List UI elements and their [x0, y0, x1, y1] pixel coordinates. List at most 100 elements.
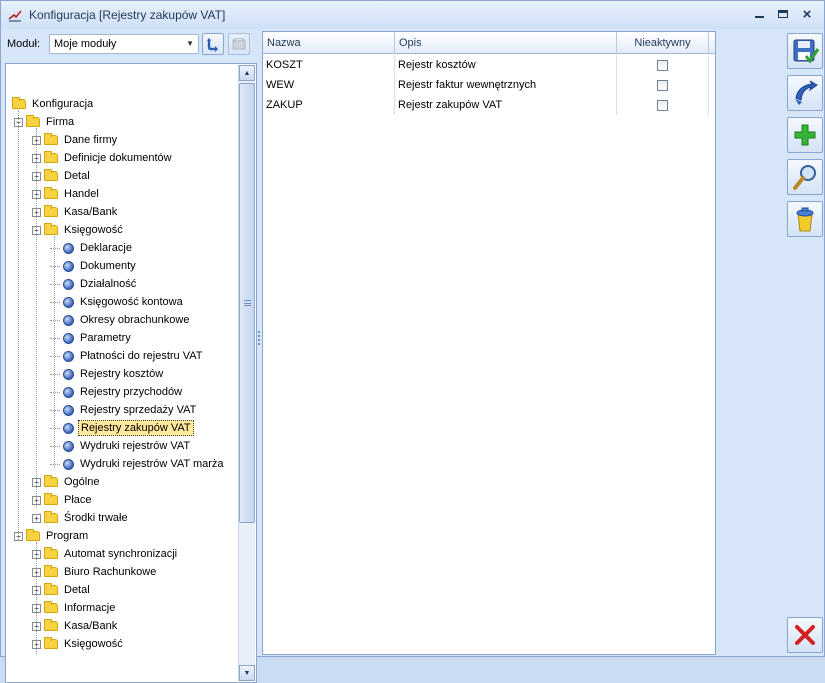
scroll-down-button[interactable]: ▼	[239, 665, 255, 681]
folder-icon	[44, 583, 58, 595]
tree-item[interactable]: − Program	[14, 527, 90, 545]
tree-item[interactable]: Płatności do rejestru VAT	[50, 347, 204, 365]
chevron-down-icon: ▼	[186, 39, 194, 48]
refresh-module-button[interactable]	[202, 33, 224, 55]
tree-item[interactable]: − Firma	[14, 113, 76, 131]
table-row[interactable]: KOSZT Rejestr kosztów	[263, 55, 715, 75]
maximize-button[interactable]	[772, 5, 794, 23]
tree-item[interactable]: Dokumenty	[50, 257, 138, 275]
nieaktywny-checkbox[interactable]	[657, 59, 668, 71]
close-icon: ×	[802, 5, 812, 23]
close-button[interactable]: ×	[796, 5, 818, 23]
tree-item[interactable]: + Kasa/Bank	[32, 203, 119, 221]
tree-item-label: Księgowość kontowa	[80, 296, 183, 308]
tree-item[interactable]: Konfiguracja	[12, 95, 95, 113]
setting-node-icon	[63, 386, 74, 398]
setting-node-icon	[63, 422, 74, 434]
tree-item[interactable]: Księgowość kontowa	[50, 293, 185, 311]
tree-item[interactable]: +Ogólne	[32, 473, 101, 491]
minimize-icon	[754, 16, 764, 18]
tree-item[interactable]: + Dane firmy	[32, 131, 119, 149]
tree-connector	[50, 319, 60, 321]
tree-item-label: Detal	[64, 170, 90, 182]
setting-node-icon	[63, 278, 74, 290]
tree-item-label: Firma	[46, 116, 75, 128]
tree-item-label: Konfiguracja	[32, 98, 94, 110]
search-icon	[793, 165, 816, 190]
close-window-button[interactable]	[787, 617, 823, 653]
tree-item-label: Rejestry zakupów VAT	[78, 420, 194, 436]
tree-item[interactable]: Wydruki rejestrów VAT marża	[50, 455, 226, 473]
tree-item[interactable]: + Biuro Rachunkowe	[32, 563, 158, 581]
expand-icon[interactable]: +	[32, 513, 41, 523]
scroll-thumb[interactable]	[239, 83, 255, 523]
module-selected-value: Moje moduły	[54, 38, 117, 50]
folder-icon	[44, 187, 58, 199]
tree-item[interactable]: − Księgowość	[32, 221, 125, 239]
column-header-nieaktywny[interactable]: Nieaktywny	[617, 32, 709, 54]
tree-connector	[50, 463, 60, 465]
column-header-opis[interactable]: Opis	[395, 32, 617, 54]
tree-item-label: Działalność	[80, 278, 137, 290]
tree-item[interactable]: Rejestry zakupów VAT	[50, 419, 194, 437]
search-button[interactable]	[787, 159, 823, 195]
tree-item-label: Program	[46, 530, 89, 542]
tree-item-label: Płace	[64, 494, 92, 506]
tree-item[interactable]: + Księgowość	[32, 635, 125, 653]
minimize-button[interactable]	[748, 5, 770, 23]
setting-node-icon	[63, 404, 74, 416]
tree-item[interactable]: Parametry	[50, 329, 133, 347]
tree-item[interactable]: Rejestry kosztów	[50, 365, 165, 383]
tree-item[interactable]: + Detal	[32, 167, 92, 185]
add-button[interactable]	[787, 117, 823, 153]
tree-item[interactable]: + Automat synchronizacji	[32, 545, 179, 563]
cell-nieaktywny	[617, 95, 709, 115]
tree-item-label: Kasa/Bank	[64, 620, 118, 632]
delete-button[interactable]	[787, 201, 823, 237]
nieaktywny-checkbox[interactable]	[657, 79, 668, 91]
tree-item[interactable]: + Kasa/Bank	[32, 617, 119, 635]
setting-node-icon	[63, 440, 74, 452]
tree-item[interactable]: + Płace	[32, 491, 94, 509]
config-window: Konfiguracja [Rejestry zakupów VAT] × Mo…	[0, 0, 825, 683]
table-row[interactable]: ZAKUP Rejestr zakupów VAT	[263, 95, 715, 115]
module-select[interactable]: Moje moduły ▼	[49, 34, 199, 54]
folder-icon	[44, 205, 58, 217]
tree-scrollbar[interactable]: ▲ ▼	[238, 65, 255, 681]
tree-item[interactable]: + Środki trwałe	[32, 509, 130, 527]
tree-item[interactable]: + Informacje	[32, 599, 117, 617]
add-icon	[794, 124, 816, 146]
tree-item-label: Handel	[64, 188, 99, 200]
panel-splitter[interactable]	[258, 31, 261, 655]
tree-guide-line	[18, 110, 19, 540]
tree-item[interactable]: Deklaracje	[50, 239, 134, 257]
grip-icon	[244, 300, 251, 306]
nieaktywny-checkbox[interactable]	[657, 99, 668, 111]
tree-connector	[50, 373, 60, 375]
tree-item[interactable]: Rejestry sprzedaży VAT	[50, 401, 198, 419]
tree-item[interactable]: Okresy obrachunkowe	[50, 311, 191, 329]
table-row[interactable]: WEW Rejestr faktur wewnętrznych	[263, 75, 715, 95]
tree-item[interactable]: + Detal	[32, 581, 92, 599]
folder-icon	[44, 493, 58, 505]
cell-nazwa: KOSZT	[263, 55, 395, 75]
tree-item[interactable]: +Ogólne	[32, 653, 101, 654]
tree-item[interactable]: + Definicje dokumentów	[32, 149, 174, 167]
tree-item[interactable]: Rejestry przychodów	[50, 383, 184, 401]
tree-item[interactable]: Wydruki rejestrów VAT	[50, 437, 192, 455]
tree-item-label: Księgowość	[64, 224, 123, 236]
undo-button[interactable]	[787, 75, 823, 111]
module-label: Moduł:	[7, 38, 41, 50]
module-options-button[interactable]	[228, 33, 250, 55]
tree-connector	[50, 265, 60, 267]
tree-item[interactable]: + Handel	[32, 185, 101, 203]
scroll-up-button[interactable]: ▲	[239, 65, 255, 81]
tree-item-label: Parametry	[80, 332, 131, 344]
column-header-nazwa[interactable]: Nazwa	[263, 32, 395, 54]
tree-item[interactable]: Działalność	[50, 275, 138, 293]
tree-item-label: Księgowość	[64, 638, 123, 650]
tree-item-label: Biuro Rachunkowe	[64, 566, 157, 578]
undo-icon	[795, 80, 818, 105]
tree-item-label: Wydruki rejestrów VAT	[80, 440, 191, 452]
save-button[interactable]	[787, 33, 823, 69]
